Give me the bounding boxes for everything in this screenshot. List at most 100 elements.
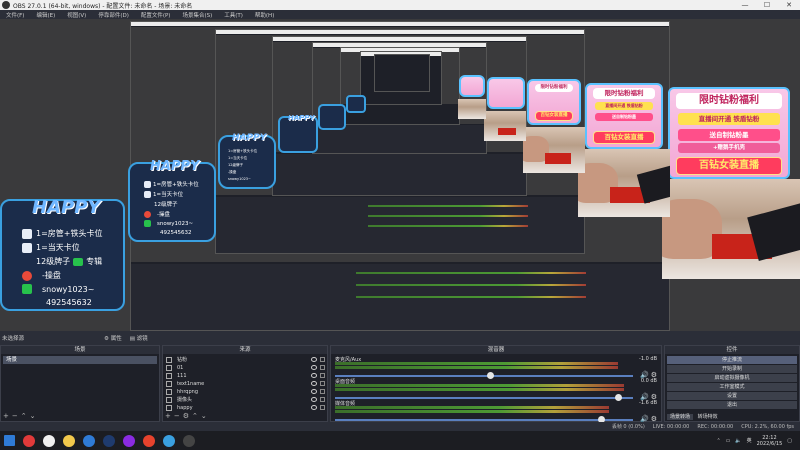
eye-icon[interactable] [311, 365, 317, 370]
ime-icon[interactable]: 英 [747, 437, 752, 444]
photos-icon[interactable] [163, 434, 175, 447]
close-button[interactable]: ✕ [778, 1, 800, 9]
volume-fader[interactable] [335, 397, 633, 399]
camera-feed [523, 127, 585, 173]
promo-banner [487, 77, 525, 109]
source-item[interactable]: happy [163, 404, 327, 412]
volume-fader[interactable] [335, 419, 633, 421]
sources-toolbar: +−⚙⌃⌄ [163, 412, 327, 421]
obs-icon[interactable] [43, 434, 55, 447]
menu-profile[interactable]: 配置文件(P) [135, 11, 177, 19]
tab-scene-transitions[interactable]: 场景转场 [667, 414, 694, 420]
preview-canvas[interactable]: HAPPY 1=房管+铁头卡位 1=当天卡位 12级牌子 专辑 -操盘 snowy… [0, 19, 800, 331]
source-item[interactable]: 钻粉 [163, 356, 327, 364]
notification-icon[interactable]: ▢ [787, 438, 792, 444]
volume-icon[interactable]: 🔈 [735, 438, 741, 444]
menu-view[interactable]: 视图(V) [61, 11, 92, 19]
remove-source-button[interactable]: − [174, 412, 183, 420]
source-item[interactable]: hhrqpng [163, 388, 327, 396]
menu-edit[interactable]: 编辑(E) [30, 11, 61, 19]
info-card: HAPPY 1=房管+铁头卡位 1=当天卡位 12级牌子 专辑 -操盘 snowy… [0, 197, 125, 311]
card-line: 12级牌子 [228, 163, 243, 167]
level-meter [335, 388, 624, 391]
promo-line: 送自制钻粉墨 [595, 113, 653, 121]
menu-help[interactable]: 帮助(H) [249, 11, 280, 19]
eye-icon[interactable] [311, 357, 317, 362]
netease-icon[interactable] [23, 434, 35, 447]
window-title: OBS 27.0.1 (64-bit, windows) - 配置文件: 未命名… [13, 2, 193, 10]
scenes-header: 场景 [1, 346, 159, 354]
source-item[interactable]: text1name [163, 380, 327, 388]
card-line: 1=当天卡位 [153, 192, 184, 198]
studio-mode-button[interactable]: 工作室模式 [667, 383, 797, 391]
stop-streaming-button[interactable]: 停止推流 [667, 356, 797, 364]
properties-button[interactable]: ⚙ 属性 [104, 334, 122, 342]
lock-icon[interactable] [320, 381, 325, 386]
volume-fader[interactable] [335, 375, 633, 377]
obs2-icon[interactable] [183, 434, 195, 447]
clock[interactable]: 22:12 2022/6/15 [757, 435, 783, 447]
move-down-button[interactable]: ⌄ [201, 412, 210, 420]
source-item[interactable]: 摄像头 [163, 396, 327, 404]
badge-icon [22, 242, 32, 253]
start-virtual-camera-button[interactable]: 启动虚拟摄像机 [667, 374, 797, 382]
bilibili-icon[interactable] [83, 434, 95, 447]
maximize-button[interactable]: ☐ [756, 1, 778, 9]
promo-banner-text: 百钻女装直播 [535, 111, 573, 121]
chevron-up-icon[interactable]: ⌃ [716, 438, 720, 444]
source-settings-button[interactable]: ⚙ [183, 412, 192, 420]
controls-header: 控件 [665, 346, 799, 354]
cpu-fps: CPU: 2.2%, 60.00 fps [741, 423, 794, 430]
move-down-button[interactable]: ⌄ [30, 412, 39, 420]
eye-icon[interactable] [311, 381, 317, 386]
lock-icon[interactable] [320, 373, 325, 378]
card-line: 1=房管+铁头卡位 [36, 229, 103, 238]
lock-icon[interactable] [320, 389, 325, 394]
windows-icon[interactable] [4, 435, 15, 446]
app-icon[interactable] [123, 434, 135, 447]
filters-button[interactable]: ▤ 滤镜 [130, 334, 148, 342]
exit-button[interactable]: 退出 [667, 401, 797, 409]
menu-file[interactable]: 文件(F) [0, 11, 30, 19]
lock-icon[interactable] [320, 405, 325, 410]
level-meter [335, 406, 609, 409]
add-source-button[interactable]: + [165, 412, 174, 420]
card-line: 492545632 [46, 298, 92, 307]
audio-mixer-panel: 混音器 麦克风/Aux -1.0 dB 🔊 ⚙ 桌面音频 0.0 dB 🔊 ⚙ 媒体音频 -1.6… [330, 345, 662, 423]
promo-banner-text: 百钻女装直播 [676, 157, 782, 175]
move-up-button[interactable]: ⌃ [21, 412, 30, 420]
badge-icon [144, 190, 151, 198]
eye-icon[interactable] [311, 405, 317, 410]
steam-icon[interactable] [103, 434, 115, 447]
chrome-icon[interactable] [143, 434, 155, 447]
level-meter [335, 384, 624, 387]
add-scene-button[interactable]: + [3, 412, 12, 420]
card-title: HAPPY [232, 133, 267, 143]
network-icon[interactable]: ▭ [726, 438, 731, 444]
tab-transition-effects[interactable]: 转场特效 [695, 414, 721, 420]
source-item[interactable]: 01 [163, 364, 327, 372]
settings-button[interactable]: 设置 [667, 392, 797, 400]
remove-scene-button[interactable]: − [12, 412, 21, 420]
menu-docks[interactable]: 停靠部件(D) [92, 11, 135, 19]
scene-item[interactable]: 场景 [3, 356, 157, 364]
lock-icon[interactable] [320, 357, 325, 362]
title-bar: OBS 27.0.1 (64-bit, windows) - 配置文件: 未命名… [0, 0, 800, 10]
lock-icon[interactable] [320, 397, 325, 402]
obs-logo-icon [2, 1, 10, 9]
source-item[interactable]: 111 [163, 372, 327, 380]
move-up-button[interactable]: ⌃ [192, 412, 201, 420]
minimize-button[interactable]: — [734, 1, 756, 9]
camera-feed [458, 99, 486, 119]
start-recording-button[interactable]: 开始录制 [667, 365, 797, 373]
controls-panel: 控件 停止推流 开始录制 启动虚拟摄像机 工作室模式 设置 退出 场景转场 转场… [664, 345, 800, 422]
eye-icon[interactable] [311, 389, 317, 394]
explorer-icon[interactable] [63, 434, 75, 447]
wechat-icon [73, 257, 84, 266]
menu-tools[interactable]: 工具(T) [218, 11, 249, 19]
menu-scene-collection[interactable]: 场景集合(S) [176, 11, 218, 19]
lock-icon[interactable] [320, 365, 325, 370]
eye-icon[interactable] [311, 373, 317, 378]
system-tray: ⌃ ▭ 🔈 英 22:12 2022/6/15 ▢ [716, 435, 800, 447]
eye-icon[interactable] [311, 397, 317, 402]
